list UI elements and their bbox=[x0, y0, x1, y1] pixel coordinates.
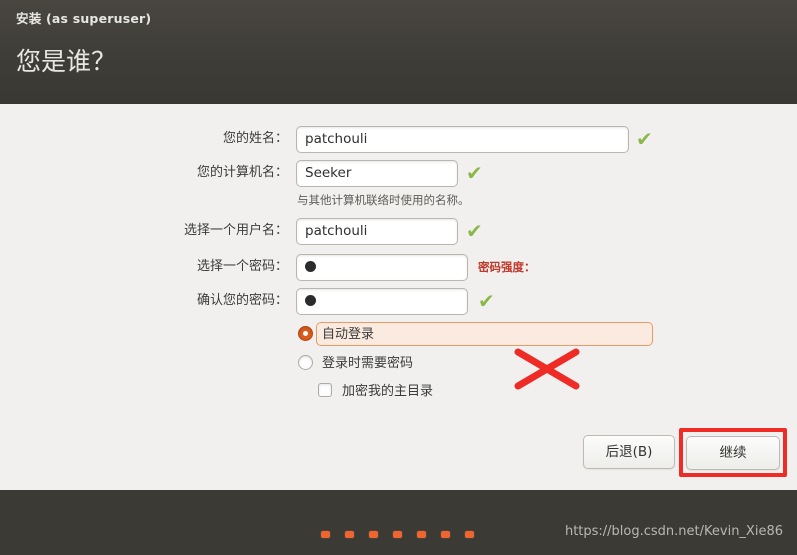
hostname-input[interactable]: Seeker bbox=[296, 160, 458, 187]
label-confirm-password: 确认您的密码： bbox=[196, 293, 288, 308]
progress-dot bbox=[368, 530, 379, 539]
fullname-input[interactable]: patchouli bbox=[296, 126, 629, 153]
watermark-text: https://blog.csdn.net/Kevin_Xie86 bbox=[564, 524, 783, 539]
label-username: 选择一个用户名： bbox=[183, 223, 288, 238]
hostname-valid-icon: ✔ bbox=[466, 161, 483, 185]
hostname-hint: 与其他计算机联络时使用的名称。 bbox=[297, 193, 470, 207]
confirm-password-valid-icon: ✔ bbox=[478, 289, 495, 313]
confirm-password-mask-dot bbox=[305, 294, 316, 306]
radio-auto-login-label[interactable]: 自动登录 bbox=[322, 326, 374, 344]
fullname-valid-icon: ✔ bbox=[636, 127, 653, 151]
label-hostname: 您的计算机名： bbox=[196, 165, 288, 180]
installer-window: 安装 (as superuser) 您是谁？ 您的姓名： patchouli ✔… bbox=[0, 0, 797, 555]
form-body: 您的姓名： patchouli ✔ 您的计算机名： Seeker ✔ 与其他计算… bbox=[0, 104, 797, 490]
progress-dot bbox=[464, 530, 475, 539]
username-valid-icon: ✔ bbox=[466, 219, 483, 243]
progress-dot bbox=[440, 530, 451, 539]
row-password: 选择一个密码： bbox=[48, 254, 288, 280]
checkbox-encrypt-home-label[interactable]: 加密我的主目录 bbox=[342, 383, 433, 401]
continue-button[interactable]: 继续 bbox=[686, 436, 780, 470]
back-button[interactable]: 后退(B) bbox=[583, 435, 675, 469]
label-fullname: 您的姓名： bbox=[222, 131, 288, 146]
window-title: 安装 (as superuser) bbox=[16, 11, 152, 26]
window-header: 安装 (as superuser) 您是谁？ bbox=[0, 0, 797, 104]
radio-auto-login[interactable] bbox=[298, 326, 313, 341]
row-fullname: 您的姓名： bbox=[48, 126, 288, 152]
progress-dot bbox=[344, 530, 355, 539]
row-username: 选择一个用户名： bbox=[48, 218, 288, 244]
password-strength-label: 密码强度： bbox=[478, 260, 536, 274]
progress-dots bbox=[320, 524, 488, 543]
label-password: 选择一个密码： bbox=[196, 259, 288, 274]
password-mask-dot bbox=[305, 260, 316, 272]
radio-require-password[interactable] bbox=[298, 355, 313, 370]
page-title: 您是谁？ bbox=[16, 47, 117, 76]
checkbox-encrypt-home[interactable] bbox=[318, 383, 332, 397]
password-input[interactable] bbox=[296, 254, 468, 281]
row-hostname: 您的计算机名： bbox=[48, 160, 288, 186]
username-input[interactable]: patchouli bbox=[296, 218, 458, 245]
row-confirm-password: 确认您的密码： bbox=[48, 288, 288, 314]
confirm-password-input[interactable] bbox=[296, 288, 468, 315]
progress-dot bbox=[416, 530, 427, 539]
progress-dot bbox=[392, 530, 403, 539]
annotation-x-mark bbox=[514, 348, 580, 390]
progress-dot bbox=[320, 530, 331, 539]
radio-require-password-label[interactable]: 登录时需要密码 bbox=[322, 355, 413, 373]
footer-bar bbox=[0, 490, 797, 555]
